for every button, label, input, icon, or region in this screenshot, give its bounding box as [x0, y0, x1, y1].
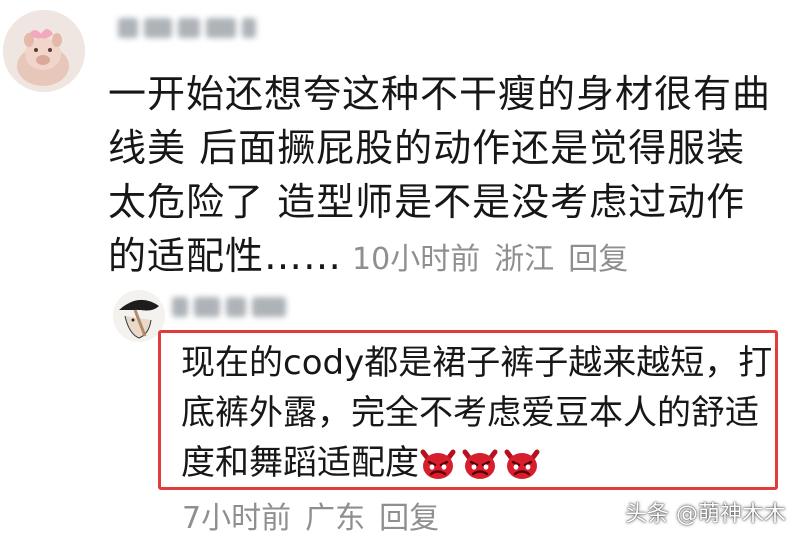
comment-time: 10小时前 [352, 242, 481, 277]
angry-devil-icon [461, 446, 499, 480]
comment-body: 一开始还想夸这种不干瘦的身材很有曲线美 后面撅屁股的动作还是觉得服装太危险了 造… [108, 67, 778, 287]
comment-meta: 10小时前 浙江 回复 [352, 242, 642, 277]
username-blurred[interactable] [118, 18, 258, 38]
pig-avatar-icon [3, 10, 85, 92]
reply-time: 7小时前 [182, 501, 292, 536]
avatar[interactable] [3, 10, 85, 92]
reply-reply-button[interactable]: 回复 [379, 501, 439, 536]
reply-body: 现在的cody都是裙子裤子越来越短，打底裤外露，完全不考虑爱豆本人的舒适度和舞蹈… [181, 338, 781, 488]
reply-username-blurred[interactable] [172, 297, 302, 317]
comment-reply-button[interactable]: 回复 [568, 242, 628, 277]
angry-devil-icon [503, 446, 541, 480]
reply-meta: 7小时前 广东 回复 [182, 493, 453, 537]
angry-devil-icon [419, 446, 457, 480]
comment-location: 浙江 [494, 242, 555, 277]
watermark: 头条 @萌神木木 [625, 502, 786, 527]
reply-location: 广东 [305, 501, 366, 536]
